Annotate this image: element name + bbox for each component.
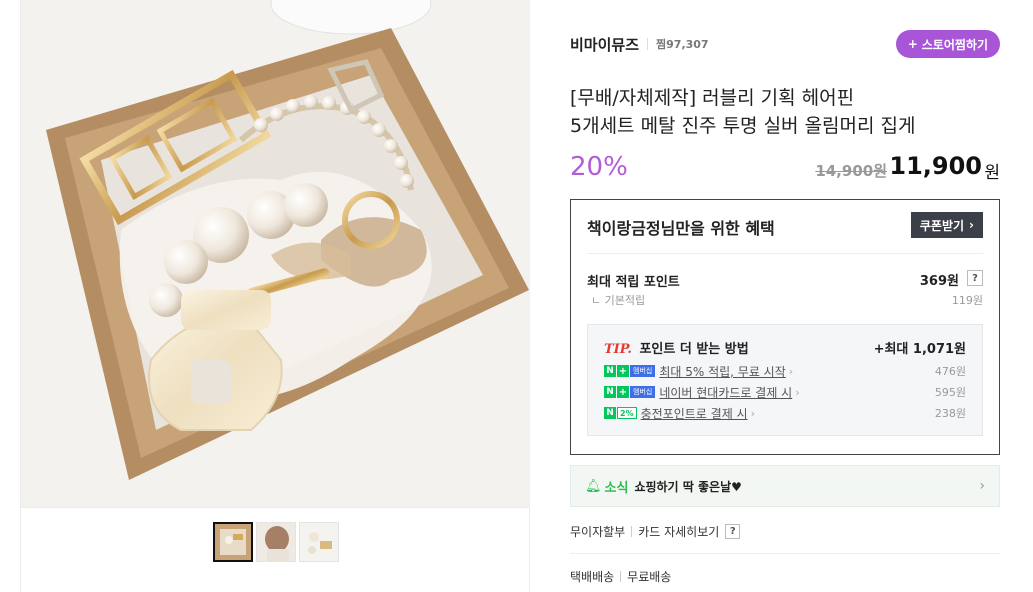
product-gallery	[20, 0, 530, 592]
membership-label: 멤버십	[630, 386, 656, 398]
basic-points-label: ㄴ 기본적립	[591, 294, 646, 307]
tip-amount: 476원	[934, 365, 966, 378]
tip-max-points: +최대 1,071원	[873, 342, 966, 357]
store-fav-count: 찜97,307	[656, 38, 709, 51]
membership-label: 멤버십	[630, 365, 656, 377]
plus-icon: +	[617, 365, 629, 377]
bell-icon: 🔔︎	[585, 478, 602, 494]
tip-box: TIP. 포인트 더 받는 방법 +최대 1,071원 N + 멤버십 최대 5…	[587, 324, 983, 436]
basic-points-value: 119원	[951, 294, 983, 307]
discount-rate: 20%	[570, 152, 628, 182]
news-tag: 소식	[604, 480, 629, 496]
installment-row: 무이자할부 카드 자세히보기 ?	[570, 521, 1000, 541]
tip-link-membership[interactable]: 최대 5% 적립, 무료 시작	[659, 363, 785, 380]
hair-clip-box-photo	[21, 0, 530, 507]
naver-pay-badge: N 2%	[604, 406, 637, 420]
sale-price: 11,900	[889, 152, 982, 180]
thumbnail-flatlay-image	[300, 523, 338, 561]
two-percent-label: 2%	[617, 407, 637, 419]
product-title-line-1: [무배/자체제작] 러블리 기획 헤어핀	[570, 87, 855, 109]
plus-icon: +	[617, 386, 629, 398]
tip-amount: 595원	[934, 386, 966, 399]
thumbnail-box-image	[215, 524, 251, 560]
product-info: 비마이뮤즈 찜97,307 + 스토어찜하기 [무배/자체제작] 러블리 기획 …	[570, 0, 1000, 592]
original-price: 14,900원	[815, 162, 887, 180]
tip-link-card[interactable]: 네이버 현대카드로 결제 시	[659, 384, 792, 401]
divider	[587, 253, 983, 254]
divider	[620, 570, 622, 582]
divider	[631, 525, 633, 537]
store-favorite-button[interactable]: + 스토어찜하기	[895, 30, 1000, 58]
product-title: [무배/자체제작] 러블리 기획 헤어핀 5개세트 메탈 진주 투명 실버 올림…	[570, 84, 1000, 140]
tip-link-charge[interactable]: 충전포인트로 결제 시	[641, 405, 748, 422]
installment-label: 무이자할부	[570, 524, 626, 539]
shipping-fee: 무료배송	[627, 569, 672, 584]
tip-amount: 238원	[934, 407, 966, 420]
coupon-button[interactable]: 쿠폰받기 ›	[910, 212, 983, 238]
shipping-type: 택배배송	[570, 569, 615, 584]
news-text: 쇼핑하기 딱 좋은날♥	[634, 479, 742, 494]
chevron-right-icon: ›	[788, 364, 794, 378]
chevron-right-icon: ›	[969, 218, 974, 232]
thumbnail-2[interactable]	[256, 522, 296, 562]
divider	[570, 553, 1000, 554]
plus-icon: +	[907, 37, 918, 51]
naver-membership-badge: N + 멤버십	[604, 364, 656, 378]
shipping-row: 택배배송 무료배송	[570, 567, 1000, 585]
coupon-button-label: 쿠폰받기	[919, 218, 965, 233]
store-favorite-label: 스토어찜하기	[921, 37, 988, 52]
thumbnail-1[interactable]	[213, 522, 253, 562]
thumbnail-model-image	[257, 523, 295, 561]
chevron-right-icon: ›	[795, 385, 800, 399]
max-points-value: 369원	[919, 274, 959, 289]
max-points-label: 최대 적립 포인트	[587, 275, 680, 290]
tip-mark: TIP.	[604, 342, 632, 357]
store-row: 비마이뮤즈 찜97,307 + 스토어찜하기	[570, 30, 1000, 58]
naver-n-icon: N	[604, 365, 616, 377]
tip-row-charge: N 2% 충전포인트로 결제 시 › 238원	[604, 405, 966, 421]
price-row: 20% 14,900원 11,900 원	[570, 150, 1000, 186]
help-icon[interactable]: ?	[967, 270, 983, 286]
benefit-title: 책이랑금정님만을 위한 혜택	[587, 219, 775, 238]
naver-membership-badge: N + 멤버십	[604, 385, 656, 399]
tip-row-membership: N + 멤버십 최대 5% 적립, 무료 시작 › 476원	[604, 363, 966, 379]
card-details-link[interactable]: 카드 자세히보기	[638, 523, 719, 540]
benefit-box: 책이랑금정님만을 위한 혜택 쿠폰받기 › 최대 적립 포인트 369원 ? ㄴ…	[570, 199, 1000, 455]
tip-title: 포인트 더 받는 방법	[639, 342, 749, 357]
divider	[647, 38, 649, 50]
naver-n-icon: N	[604, 386, 616, 398]
thumbnail-strip	[213, 522, 339, 562]
chevron-right-icon: ›	[750, 406, 755, 420]
currency-unit: 원	[984, 163, 1000, 183]
thumbnail-3[interactable]	[299, 522, 339, 562]
naver-n-icon: N	[604, 407, 616, 419]
product-main-image[interactable]	[21, 0, 530, 508]
store-name[interactable]: 비마이뮤즈	[570, 34, 639, 55]
product-title-line-2: 5개세트 메탈 진주 투명 실버 올림머리 집게	[570, 115, 916, 137]
store-news-bar[interactable]: 🔔︎ 소식 쇼핑하기 딱 좋은날♥ ›	[570, 465, 1000, 507]
tip-heading: TIP. 포인트 더 받는 방법	[604, 338, 749, 357]
tip-row-card: N + 멤버십 네이버 현대카드로 결제 시 › 595원	[604, 384, 966, 400]
chevron-right-icon: ›	[979, 478, 985, 494]
help-icon[interactable]: ?	[725, 523, 741, 539]
